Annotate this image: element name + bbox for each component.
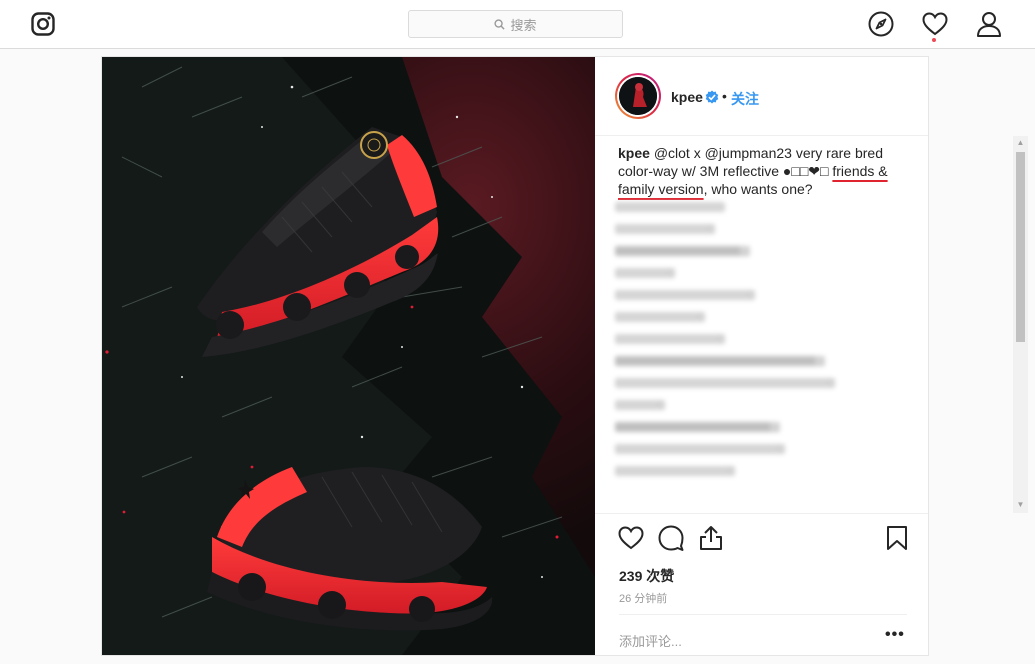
comments-section[interactable]: kpee @clot x @jumpman23 very rare bred c… xyxy=(595,136,928,513)
search-input[interactable]: 搜索 xyxy=(408,10,623,38)
more-options-button[interactable]: ••• xyxy=(885,626,905,644)
heart-icon[interactable] xyxy=(921,10,949,38)
post-actions: 239 次赞 26 分钟前 添加评论... ••• xyxy=(595,513,928,656)
search-icon xyxy=(494,18,506,30)
post-side-panel: kpee • 关注 kpee @clot x @jumpman23 very r… xyxy=(595,57,1028,656)
list-item xyxy=(615,312,705,322)
list-item xyxy=(615,400,665,410)
post-username[interactable]: kpee xyxy=(671,89,703,105)
list-item xyxy=(615,268,675,278)
avatar[interactable] xyxy=(617,75,659,117)
post-photo[interactable] xyxy=(102,57,595,655)
heart-outline-icon[interactable] xyxy=(617,524,645,552)
scrollbar-thumb[interactable] xyxy=(1016,152,1025,342)
share-icon[interactable] xyxy=(697,524,725,552)
scroll-down-arrow-icon[interactable]: ▼ xyxy=(1016,500,1025,509)
divider xyxy=(619,614,907,615)
list-item xyxy=(615,202,725,212)
top-nav-bar: 搜索 xyxy=(0,0,1035,49)
caption-text-end: , who wants one? xyxy=(703,181,813,197)
list-item xyxy=(615,378,835,388)
instagram-icon[interactable] xyxy=(31,12,55,36)
avatar-ring[interactable] xyxy=(615,73,661,119)
avatar-figure-icon xyxy=(619,77,657,115)
add-comment-input[interactable]: 添加评论... xyxy=(619,631,682,650)
list-item xyxy=(615,224,715,234)
post-header: kpee • 关注 xyxy=(595,57,928,136)
sneaker-photo-illustration xyxy=(102,57,595,655)
user-icon[interactable] xyxy=(975,10,1003,38)
avatar-image xyxy=(619,77,657,115)
notification-dot xyxy=(932,38,936,42)
follow-button[interactable]: 关注 xyxy=(731,89,759,109)
list-item xyxy=(615,290,755,300)
list-item xyxy=(615,334,725,344)
blurred-comments xyxy=(615,202,895,488)
likes-count[interactable]: 239 次赞 xyxy=(619,566,674,586)
caption-username[interactable]: kpee xyxy=(618,145,650,161)
post-card: kpee • 关注 kpee @clot x @jumpman23 very r… xyxy=(101,56,1028,656)
list-item xyxy=(615,444,785,454)
list-item xyxy=(615,422,780,432)
list-item xyxy=(615,246,750,256)
comment-icon[interactable] xyxy=(657,524,685,552)
separator-dot: • xyxy=(722,88,727,104)
bookmark-icon[interactable] xyxy=(883,524,911,552)
verified-badge-icon xyxy=(705,90,719,104)
post-timestamp[interactable]: 26 分钟前 xyxy=(619,590,667,606)
scroll-up-arrow-icon[interactable]: ▲ xyxy=(1016,138,1025,147)
search-placeholder: 搜索 xyxy=(510,17,537,33)
list-item xyxy=(615,466,735,476)
list-item xyxy=(615,356,825,366)
post-caption: kpee @clot x @jumpman23 very rare bred c… xyxy=(618,144,903,198)
compass-icon[interactable] xyxy=(867,10,895,38)
